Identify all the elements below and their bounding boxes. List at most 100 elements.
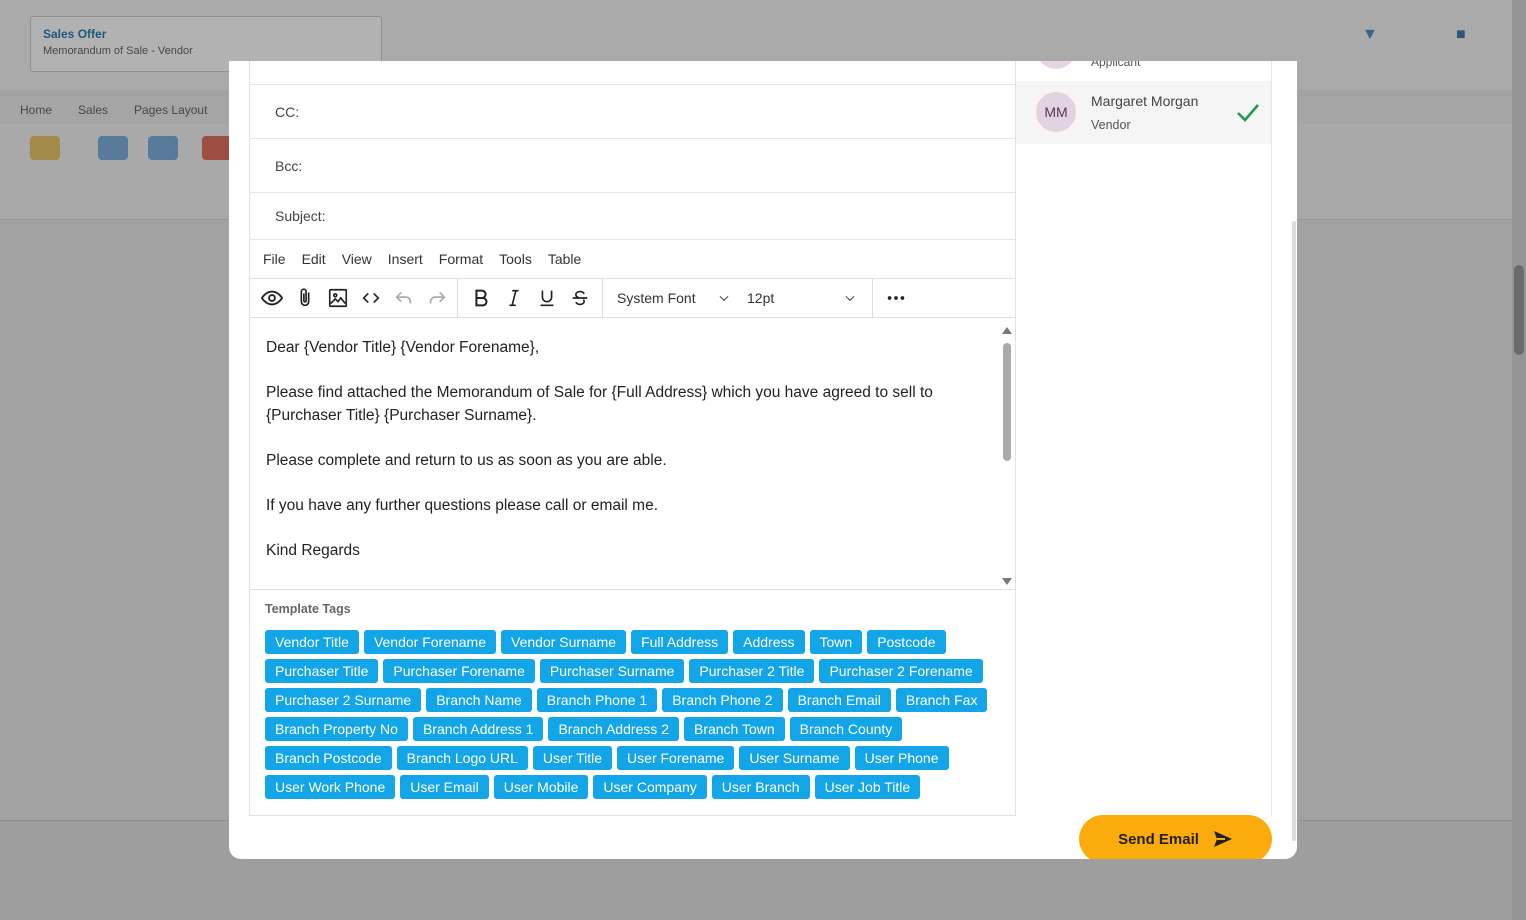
template-tag[interactable]: Branch Town xyxy=(683,717,785,741)
template-tag[interactable]: User Email xyxy=(400,775,489,799)
avatar xyxy=(1036,61,1076,69)
checkmark-icon xyxy=(1237,104,1259,122)
code-icon xyxy=(361,292,380,304)
font-size-select[interactable]: 12pt xyxy=(739,281,865,315)
template-tag[interactable]: Branch County xyxy=(789,717,903,741)
body-paragraph: If you have any further questions please… xyxy=(266,496,659,514)
template-tag[interactable]: Branch Logo URL xyxy=(396,746,528,770)
toolbar-group-more xyxy=(873,279,916,317)
font-family-select[interactable]: System Font xyxy=(609,281,739,315)
to-field-row xyxy=(250,61,1015,85)
template-tag[interactable]: User Company xyxy=(593,775,707,799)
more-button[interactable] xyxy=(879,281,912,315)
avatar: MM xyxy=(1036,92,1076,132)
template-tag[interactable]: Purchaser Forename xyxy=(383,659,535,683)
editor-content[interactable]: Dear {Vendor Title} {Vendor Forename}, P… xyxy=(250,319,990,562)
template-tag[interactable]: Branch Fax xyxy=(895,688,988,712)
template-tag[interactable]: Purchaser 2 Title xyxy=(689,659,815,683)
menu-insert[interactable]: Insert xyxy=(388,251,423,267)
template-tag[interactable]: Vendor Surname xyxy=(501,630,627,654)
template-tag[interactable]: Full Address xyxy=(631,630,729,654)
send-email-button[interactable]: Send Email xyxy=(1079,815,1272,859)
preview-button[interactable] xyxy=(255,281,288,315)
cc-field-row: CC: xyxy=(250,85,1015,139)
italic-button[interactable] xyxy=(497,281,530,315)
bcc-input[interactable] xyxy=(335,139,1015,192)
template-tag[interactable]: User Forename xyxy=(617,746,735,770)
body-paragraph: Dear {Vendor Title} {Vendor Forename}, xyxy=(266,339,540,356)
template-tag[interactable]: Purchaser Title xyxy=(265,659,379,683)
body-paragraph: Kind Regards xyxy=(266,541,360,559)
toolbar-group-insert xyxy=(250,279,458,317)
template-tag[interactable]: User Work Phone xyxy=(265,775,396,799)
template-tag[interactable]: Branch Email xyxy=(787,688,891,712)
template-tag[interactable]: User Surname xyxy=(739,746,850,770)
template-tag[interactable]: Vendor Title xyxy=(265,630,359,654)
menu-view[interactable]: View xyxy=(342,251,372,267)
send-email-label: Send Email xyxy=(1118,830,1199,848)
template-tag[interactable]: Branch Address 2 xyxy=(548,717,679,741)
template-tag[interactable]: Postcode xyxy=(867,630,946,654)
menu-format[interactable]: Format xyxy=(439,251,483,267)
template-tag[interactable]: User Mobile xyxy=(493,775,589,799)
underline-button[interactable] xyxy=(530,281,563,315)
modal-scrollbar[interactable] xyxy=(1292,221,1296,841)
template-tag[interactable]: User Branch xyxy=(711,775,810,799)
template-tag[interactable]: Purchaser 2 Forename xyxy=(819,659,983,683)
template-tag[interactable]: Branch Address 1 xyxy=(412,717,544,741)
scrollbar-thumb[interactable] xyxy=(1003,343,1011,461)
bold-button[interactable] xyxy=(464,281,497,315)
template-tag[interactable]: Purchaser 2 Surname xyxy=(265,688,422,712)
template-tag[interactable]: User Job Title xyxy=(814,775,921,799)
attach-button[interactable] xyxy=(288,281,321,315)
more-dots-icon xyxy=(887,296,904,300)
menu-file[interactable]: File xyxy=(263,251,286,267)
menu-tools[interactable]: Tools xyxy=(499,251,532,267)
source-code-button[interactable] xyxy=(354,281,387,315)
editor-menubar: File Edit View Insert Format Tools Table xyxy=(250,240,1015,279)
strikethrough-icon xyxy=(572,290,587,306)
scroll-up-arrow-icon[interactable] xyxy=(1002,327,1012,334)
template-tag[interactable]: Branch Property No xyxy=(265,717,408,741)
template-tag[interactable]: Branch Name xyxy=(426,688,532,712)
undo-button[interactable] xyxy=(387,281,420,315)
bold-icon xyxy=(474,289,487,307)
email-body-editor[interactable]: Dear {Vendor Title} {Vendor Forename}, P… xyxy=(250,319,1015,590)
bcc-label: Bcc: xyxy=(275,157,303,174)
editor-toolbar: System Font 12pt xyxy=(250,279,1015,318)
toolbar-group-format xyxy=(458,279,603,317)
toolbar-group-font: System Font 12pt xyxy=(603,279,873,317)
template-tag[interactable]: User Phone xyxy=(854,746,949,770)
template-tag[interactable]: Branch Phone 1 xyxy=(536,688,658,712)
recipient-item[interactable]: Applicant xyxy=(1016,61,1271,81)
undo-icon xyxy=(394,291,411,304)
editor-scrollbar[interactable] xyxy=(1001,325,1013,585)
template-tag[interactable]: Town xyxy=(809,630,863,654)
send-email-modal: CC: Bcc: Subject: File Edit View Insert … xyxy=(229,61,1297,859)
subject-label: Subject: xyxy=(275,208,326,224)
menu-table[interactable]: Table xyxy=(548,251,581,267)
body-paragraph: Please complete and return to us as soon… xyxy=(266,451,667,469)
template-tags-title: Template Tags xyxy=(265,602,351,616)
eye-icon xyxy=(260,290,283,306)
strikethrough-button[interactable] xyxy=(563,281,596,315)
cc-input[interactable] xyxy=(335,85,1015,138)
template-tags-list: Vendor Title Vendor Forename Vendor Surnam… xyxy=(265,630,1005,799)
redo-button[interactable] xyxy=(420,281,453,315)
menu-edit[interactable]: Edit xyxy=(302,251,326,267)
scroll-down-arrow-icon[interactable] xyxy=(1002,578,1012,585)
font-family-value: System Font xyxy=(617,290,696,306)
compose-panel: CC: Bcc: Subject: File Edit View Insert … xyxy=(249,61,1016,816)
template-tag[interactable]: Vendor Forename xyxy=(363,630,497,654)
subject-input[interactable] xyxy=(337,193,1015,239)
template-tag[interactable]: Address xyxy=(733,630,805,654)
font-size-value: 12pt xyxy=(747,290,775,306)
template-tag[interactable]: Branch Postcode xyxy=(265,746,392,770)
template-tag[interactable]: Purchaser Surname xyxy=(539,659,685,683)
template-tag[interactable]: Branch Phone 2 xyxy=(662,688,783,712)
template-tag[interactable]: User Title xyxy=(532,746,613,770)
italic-icon xyxy=(508,289,519,307)
recipient-item-selected[interactable]: MM Margaret Morgan Vendor xyxy=(1016,81,1271,144)
insert-image-button[interactable] xyxy=(321,281,354,315)
recipients-panel: Applicant MM Margaret Morgan Vendor xyxy=(1016,61,1272,816)
